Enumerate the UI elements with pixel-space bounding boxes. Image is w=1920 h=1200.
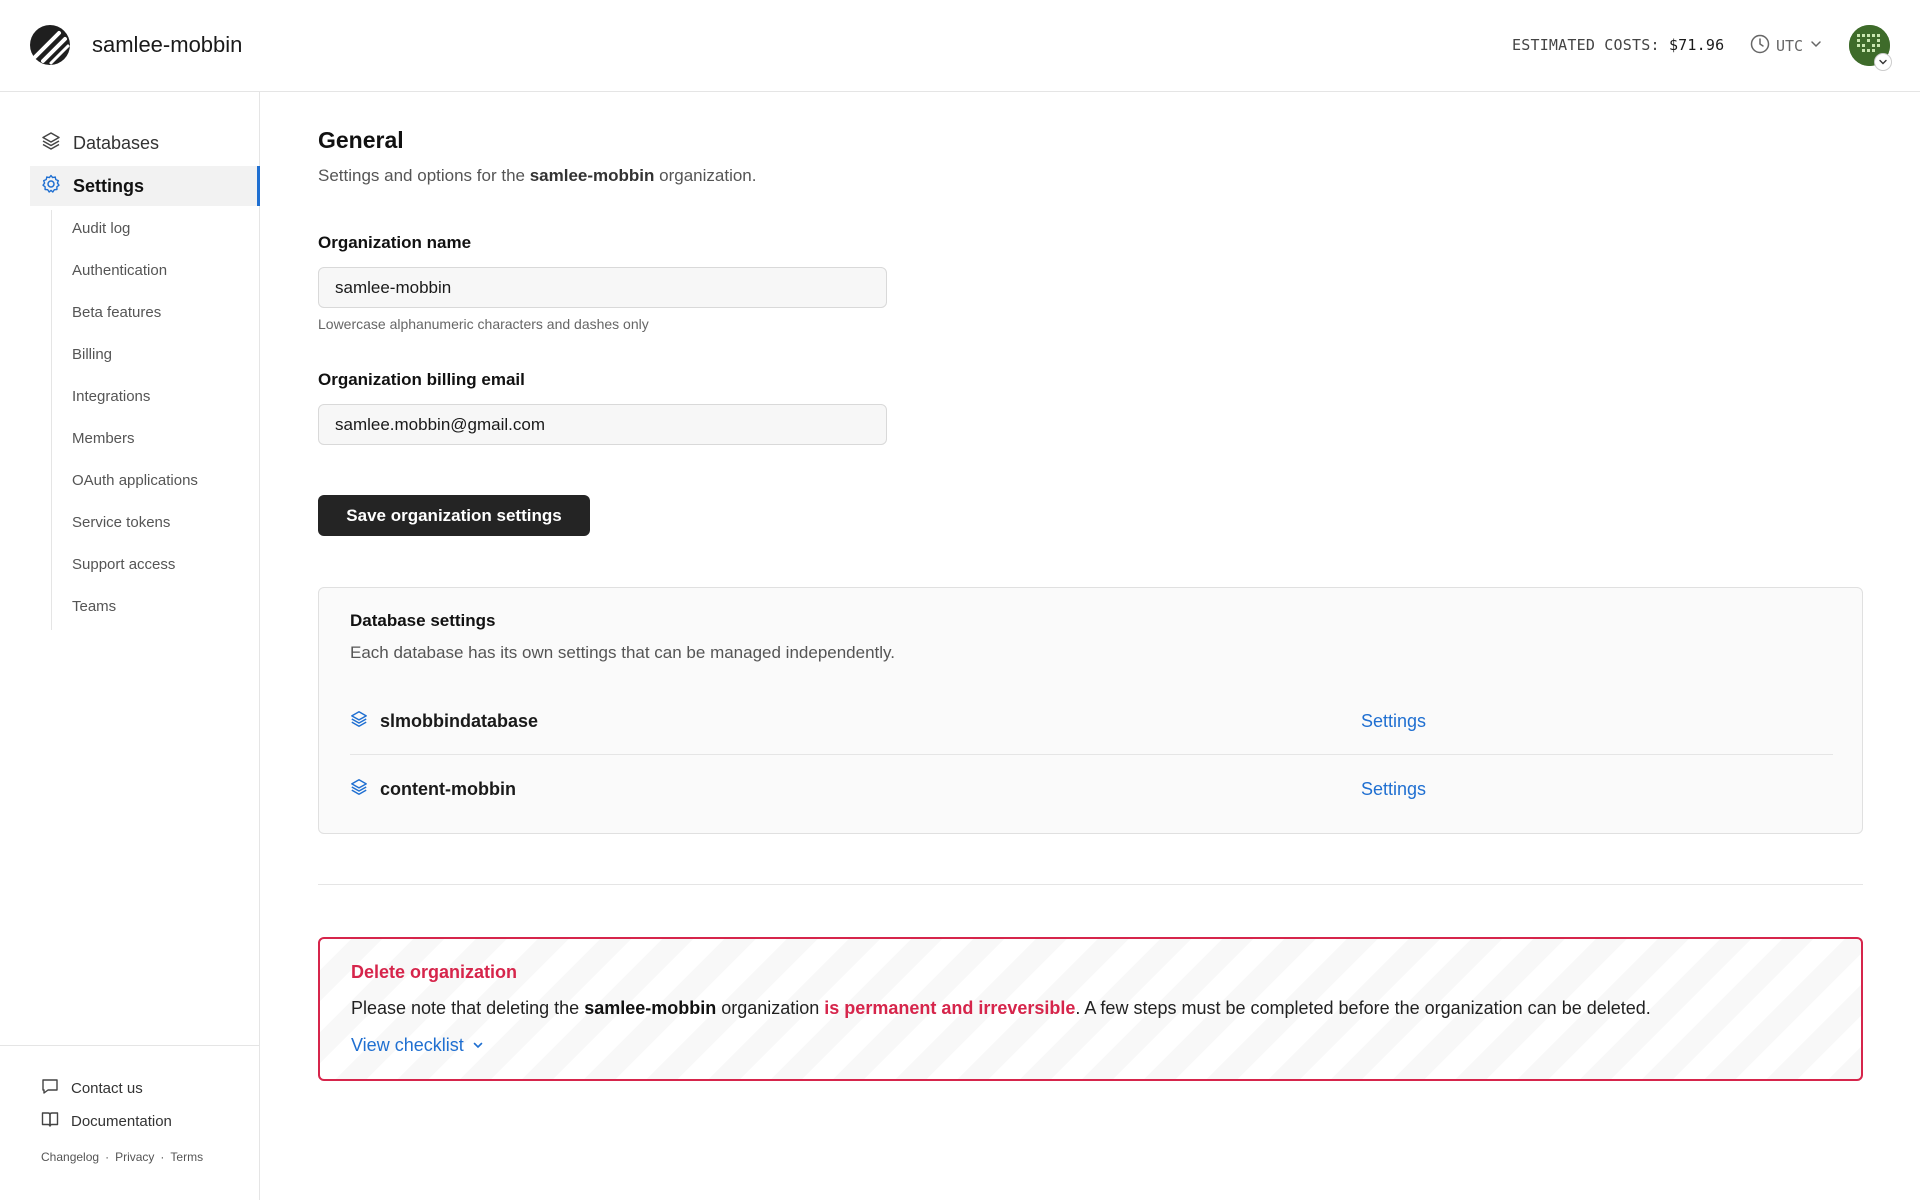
top-header: samlee-mobbin ESTIMATED COSTS: $71.96 UT…	[0, 0, 1920, 92]
org-name-label: Organization name	[318, 233, 472, 252]
costs-value: $71.96	[1668, 36, 1725, 54]
subnav-audit-log[interactable]: Audit log	[72, 220, 130, 237]
sidebar: Databases Settings Audit log Authenticat…	[0, 92, 260, 1200]
terms-link[interactable]: Terms	[170, 1150, 203, 1164]
view-checklist-label: View checklist	[351, 1035, 464, 1055]
sidebar-item-label: Settings	[73, 175, 145, 196]
sidebar-footer-divider	[0, 1045, 260, 1046]
sidebar-item-label: Databases	[73, 132, 160, 153]
subnav-oauth-applications[interactable]: OAuth applications	[72, 472, 198, 489]
sidebar-item-databases[interactable]: Databases	[30, 123, 260, 163]
database-name[interactable]: content-mobbin	[380, 779, 516, 800]
danger-org-name: samlee-mobbin	[584, 998, 717, 1018]
changelog-link[interactable]: Changelog	[41, 1150, 99, 1164]
privacy-link[interactable]: Privacy	[115, 1150, 154, 1164]
subnav-divider	[51, 210, 52, 630]
book-icon	[41, 1110, 59, 1132]
chevron-down-icon	[472, 1035, 484, 1056]
avatar-chevron-icon[interactable]	[1874, 53, 1892, 71]
gear-icon	[41, 174, 61, 199]
subnav-service-tokens[interactable]: Service tokens	[72, 514, 170, 531]
documentation-link[interactable]: Documentation	[41, 1110, 172, 1132]
timezone-selector[interactable]: UTC	[1750, 34, 1823, 58]
database-settings-description: Each database has its own settings that …	[350, 643, 896, 662]
contact-us-label: Contact us	[71, 1079, 143, 1097]
org-switcher[interactable]: samlee-mobbin	[92, 32, 242, 58]
billing-email-label: Organization billing email	[318, 370, 525, 389]
sidebar-item-settings[interactable]: Settings	[30, 166, 260, 206]
footer-separator: ·	[105, 1150, 110, 1164]
database-row: slmobbindatabase Settings	[350, 701, 1833, 741]
view-checklist-button[interactable]: View checklist	[351, 1035, 484, 1056]
subnav-teams[interactable]: Teams	[72, 598, 116, 615]
database-settings-link[interactable]: Settings	[1361, 779, 1426, 800]
costs-label: ESTIMATED COSTS:	[1512, 36, 1660, 54]
planetscale-logo-icon[interactable]	[29, 24, 71, 66]
chevron-down-icon	[1809, 37, 1823, 55]
database-settings-link[interactable]: Settings	[1361, 711, 1426, 732]
contact-us-link[interactable]: Contact us	[41, 1077, 143, 1099]
org-name-input[interactable]	[318, 267, 887, 308]
subnav-beta-features[interactable]: Beta features	[72, 304, 161, 321]
layers-icon	[41, 131, 61, 156]
database-row: content-mobbin Settings	[350, 769, 1833, 809]
subtitle-text: Settings and options for the	[318, 166, 530, 185]
chat-icon	[41, 1077, 59, 1099]
danger-warning: is permanent and irreversible	[824, 998, 1076, 1018]
billing-email-input[interactable]	[318, 404, 887, 445]
database-icon	[350, 778, 368, 801]
footer-links: Changelog · Privacy · Terms	[41, 1150, 203, 1164]
save-button[interactable]: Save organization settings	[318, 495, 590, 536]
page-title: General	[318, 127, 404, 153]
row-divider	[350, 754, 1833, 755]
timezone-label: UTC	[1776, 37, 1804, 55]
delete-organization-card: Delete organization Please note that del…	[318, 937, 1863, 1081]
documentation-label: Documentation	[71, 1112, 172, 1130]
delete-organization-title: Delete organization	[351, 962, 518, 982]
section-divider	[318, 884, 1863, 885]
delete-organization-text: Please note that deleting the samlee-mob…	[351, 998, 1651, 1019]
database-icon	[350, 710, 368, 733]
subnav-members[interactable]: Members	[72, 430, 135, 447]
footer-separator: ·	[160, 1150, 165, 1164]
subtitle-org: samlee-mobbin	[529, 166, 655, 185]
subnav-support-access[interactable]: Support access	[72, 556, 175, 573]
database-settings-title: Database settings	[350, 611, 496, 630]
clock-icon	[1750, 34, 1770, 58]
danger-text-part: organization	[716, 998, 825, 1018]
estimated-costs[interactable]: ESTIMATED COSTS: $71.96	[1512, 36, 1724, 54]
page-subtitle: Settings and options for the samlee-mobb…	[318, 166, 756, 186]
subnav-authentication[interactable]: Authentication	[72, 262, 167, 279]
subtitle-text: organization.	[654, 166, 757, 185]
database-settings-card: Database settings Each database has its …	[318, 587, 1863, 834]
danger-text-part: Please note that deleting the	[351, 998, 585, 1018]
danger-text-part: . A few steps must be completed before t…	[1075, 998, 1651, 1018]
database-name[interactable]: slmobbindatabase	[380, 711, 538, 732]
subnav-integrations[interactable]: Integrations	[72, 388, 150, 405]
subnav-billing[interactable]: Billing	[72, 346, 112, 363]
org-name-hint: Lowercase alphanumeric characters and da…	[318, 316, 649, 332]
